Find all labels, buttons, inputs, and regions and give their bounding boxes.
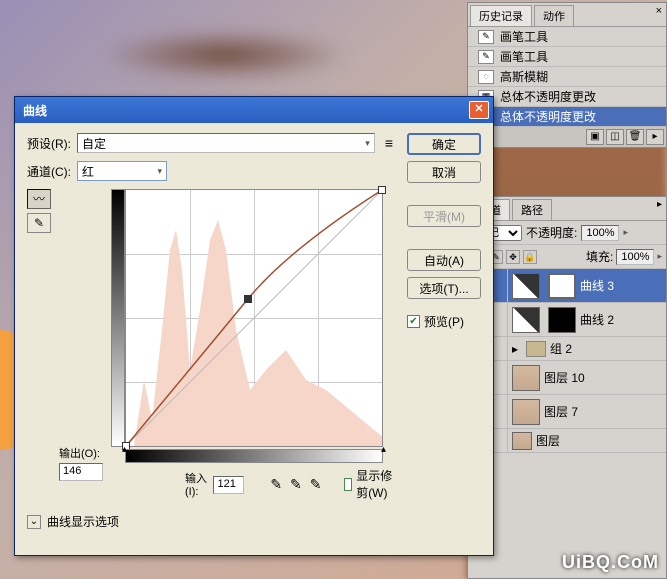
chevron-down-icon[interactable]: ▸ [623,227,628,238]
layer-row[interactable]: 👁 图层 10 [468,361,666,395]
opacity-label: 不透明度: [526,224,577,241]
layer-row[interactable]: 👁 曲线 3 [468,269,666,303]
output-value[interactable]: 146 [59,463,103,481]
history-list: ✎画笔工具 ✎画笔工具 ◌高斯模糊 ▦总体不透明度更改 ▦总体不透明度更改 [468,27,666,127]
panel-close-icon[interactable]: × [652,5,666,26]
layer-thumb[interactable] [512,432,532,450]
history-item[interactable]: ▦总体不透明度更改 [468,107,666,127]
preview-checkbox[interactable]: ✔ 预览(P) [407,313,481,330]
curve-point[interactable] [244,295,252,303]
trash-icon[interactable]: 🗑 [626,129,644,145]
new-doc-icon[interactable]: ◫ [606,129,624,145]
layer-group-row[interactable]: 👁 ▸ 组 2 [468,337,666,361]
white-eyedropper-icon[interactable]: ✎ [310,476,322,493]
gray-eyedropper-icon[interactable]: ✎ [290,476,302,493]
tab-history[interactable]: 历史记录 [470,5,532,26]
curve-display-options: 曲线显示选项 [47,513,119,530]
tab-actions[interactable]: 动作 [534,5,574,26]
new-snapshot-icon[interactable]: ▣ [586,129,604,145]
folder-icon [526,341,546,357]
history-item[interactable]: ✎画笔工具 [468,27,666,47]
curve-tool-pencil[interactable]: ✎ [27,213,51,233]
curve-endpoint[interactable] [378,186,386,194]
close-icon[interactable]: ✕ [469,101,489,119]
layer-row[interactable]: 👁 图层 [468,429,666,453]
vertical-gradient [111,189,125,447]
expand-icon[interactable]: ⌄ [27,515,41,529]
options-button[interactable]: 选项(T)... [407,277,481,299]
layer-row[interactable]: 👁 曲线 2 [468,303,666,337]
channel-select[interactable]: 红 ▾ [77,161,167,181]
chevron-down-icon: ▾ [157,166,162,177]
blur-icon: ◌ [478,70,494,84]
black-point-slider[interactable]: ▴ [122,444,127,455]
brush-icon: ✎ [478,50,494,64]
history-item[interactable]: ▦总体不透明度更改 [468,87,666,107]
history-panel: 历史记录 动作 × ✎画笔工具 ✎画笔工具 ◌高斯模糊 ▦总体不透明度更改 ▦总… [467,2,667,148]
curve-graph[interactable] [125,189,383,447]
adjustment-thumb[interactable] [512,273,540,299]
channel-label: 通道(C): [27,163,71,180]
white-point-slider[interactable]: ▴ [381,444,386,455]
cancel-button[interactable]: 取消 [407,161,481,183]
panel-menu-icon[interactable]: ▸ [646,129,664,145]
expand-icon[interactable]: ▸ [508,342,522,356]
history-toolbar: ▣ ◫ 🗑 ▸ [468,127,666,147]
tab-paths[interactable]: 路径 [512,199,552,220]
preset-label: 预设(R): [27,135,71,152]
show-clipping-checkbox[interactable]: 显示修剪(W) [344,467,397,501]
input-value[interactable]: 121 [213,476,244,494]
preset-menu-icon[interactable]: ≡ [381,135,397,151]
history-item[interactable]: ◌高斯模糊 [468,67,666,87]
fill-label: 填充: [586,248,613,265]
curve-tool-point[interactable]: 〰 [27,189,51,209]
black-eyedropper-icon[interactable]: ✎ [270,476,282,493]
lock-position-icon[interactable]: ✥ [506,250,520,264]
fill-value[interactable]: 100% [616,249,654,265]
mask-thumb[interactable] [548,307,576,333]
layers-panel: 通道 路径 ▸ 笔记 不透明度: 100% ▸ ▦ ✎ ✥ 🔒 填充: 100%… [467,196,667,579]
ok-button[interactable]: 确定 [407,133,481,155]
panel-menu-icon[interactable]: ▸ [653,199,666,220]
curve-line [126,190,382,446]
horizontal-gradient[interactable]: ▴ ▴ [125,449,383,463]
watermark: UiBQ.CoM [562,552,659,573]
brush-icon: ✎ [478,30,494,44]
smooth-button: 平滑(M) [407,205,481,227]
checkbox-icon [344,478,353,491]
output-label: 输出(O): [59,445,103,461]
chevron-down-icon: ▾ [365,138,370,149]
curves-dialog: 曲线 ✕ 预设(R): 自定 ▾ ≡ 通道(C): 红 ▾ 〰 [14,96,494,556]
dialog-title: 曲线 [23,102,47,119]
mask-thumb[interactable] [548,273,576,299]
auto-button[interactable]: 自动(A) [407,249,481,271]
layer-thumb[interactable] [512,399,540,425]
chevron-down-icon[interactable]: ▸ [657,251,662,262]
layer-row[interactable]: 👁 图层 7 [468,395,666,429]
layer-thumb[interactable] [512,365,540,391]
lock-all-icon[interactable]: 🔒 [523,250,537,264]
titlebar[interactable]: 曲线 ✕ [15,97,493,123]
history-item[interactable]: ✎画笔工具 [468,47,666,67]
adjustment-thumb[interactable] [512,307,540,333]
opacity-value[interactable]: 100% [581,225,619,241]
checkbox-icon: ✔ [407,315,420,328]
input-label: 输入(I): [185,470,207,498]
preset-select[interactable]: 自定 ▾ [77,133,375,153]
